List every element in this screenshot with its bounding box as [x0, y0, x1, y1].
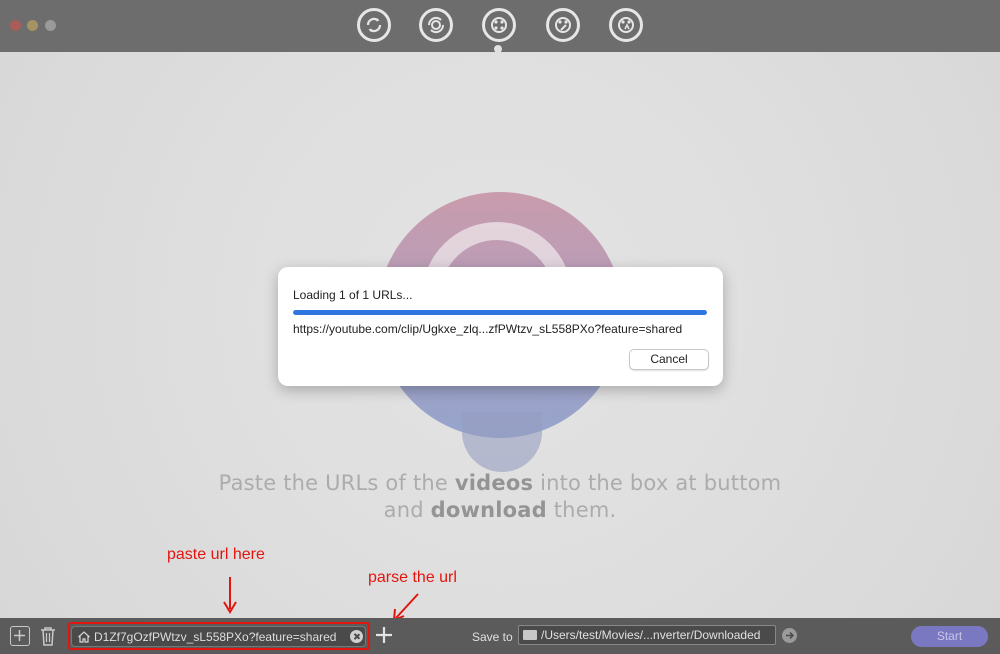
convert-icon[interactable] [357, 8, 391, 42]
progress-fill [293, 310, 707, 315]
video-edit-icon[interactable] [546, 8, 580, 42]
parse-url-annotation: parse the url [368, 569, 457, 586]
add-task-button[interactable] [10, 626, 30, 646]
video-download-icon[interactable] [482, 8, 516, 42]
url-input-highlight [68, 622, 370, 650]
save-path-field[interactable]: /Users/test/Movies/...nverter/Downloaded [518, 625, 776, 645]
progress-bar [293, 310, 707, 315]
cancel-button[interactable]: Cancel [629, 349, 709, 370]
loading-url: https://youtube.com/clip/Ugkxe_zlq...zfP… [293, 322, 683, 336]
app-window: Paste the URLs of the videos into the bo… [0, 0, 1000, 654]
arrow-right-icon [786, 631, 795, 640]
plus-icon [376, 627, 392, 643]
plus-icon [14, 630, 25, 641]
paste-url-annotation: paste url here [167, 546, 265, 563]
video-effects-icon[interactable] [609, 8, 643, 42]
trash-button[interactable] [38, 625, 58, 647]
minimize-window-button[interactable] [27, 20, 38, 31]
folder-icon [523, 630, 537, 640]
close-window-button[interactable] [10, 20, 21, 31]
zoom-window-button[interactable] [45, 20, 56, 31]
title-bar [0, 0, 1000, 53]
start-button[interactable]: Start [911, 626, 988, 647]
save-path-text: /Users/test/Movies/...nverter/Downloaded [541, 628, 761, 642]
parse-url-button[interactable] [374, 625, 394, 645]
save-to-label: Save to [472, 630, 513, 644]
dialog-title: Loading 1 of 1 URLs... [293, 288, 413, 302]
open-folder-button[interactable] [782, 628, 797, 643]
rotate-convert-icon[interactable] [419, 8, 453, 42]
trash-icon [41, 627, 55, 646]
loading-dialog: Loading 1 of 1 URLs... https://youtube.c… [278, 267, 723, 386]
